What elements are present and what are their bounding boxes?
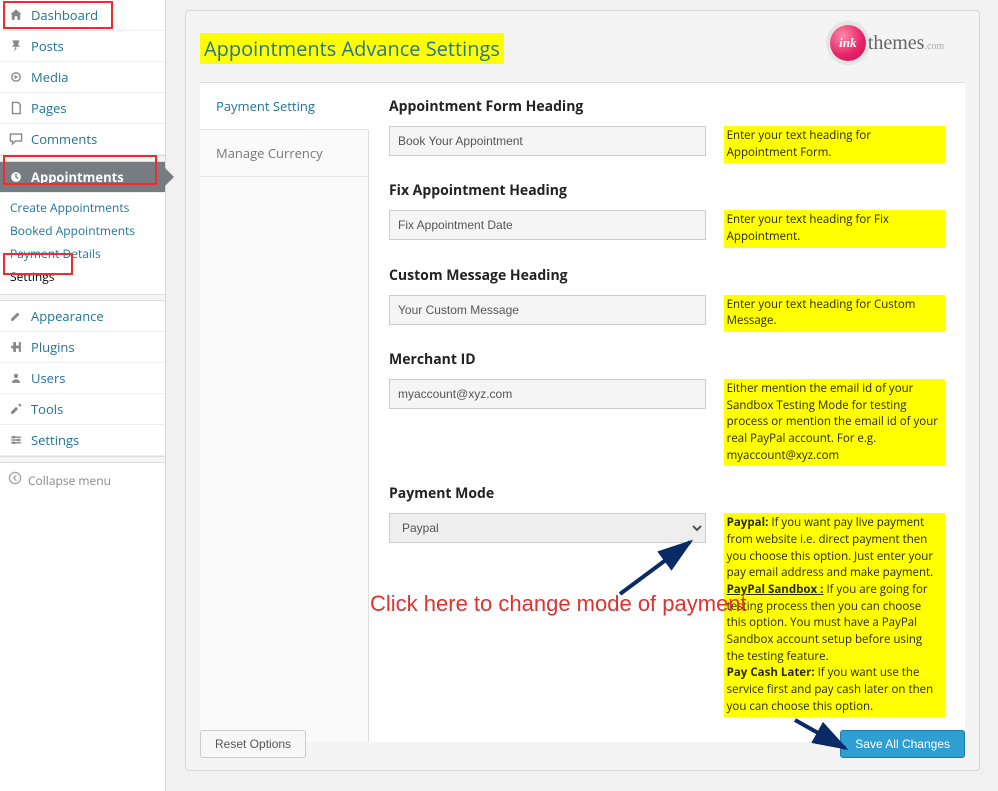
collapse-menu[interactable]: Collapse menu bbox=[0, 463, 165, 497]
submenu-settings[interactable]: Settings bbox=[0, 265, 165, 288]
page-icon bbox=[8, 100, 24, 116]
group-fix-appointment-heading: Fix Appointment Heading Enter your text … bbox=[389, 181, 945, 247]
menu-separator bbox=[0, 456, 165, 463]
menu-separator bbox=[0, 294, 165, 301]
submenu-create-appointments[interactable]: Create Appointments bbox=[0, 196, 165, 219]
save-all-changes-button[interactable]: Save All Changes bbox=[840, 730, 965, 758]
appointment-icon bbox=[8, 169, 24, 185]
appearance-icon bbox=[8, 308, 24, 324]
menu-tools[interactable]: Tools bbox=[0, 394, 165, 425]
group-heading: Fix Appointment Heading bbox=[389, 181, 945, 200]
settings-panel: Payment Setting Manage Currency Appointm… bbox=[200, 82, 965, 742]
menu-label: Media bbox=[31, 68, 68, 86]
tools-icon bbox=[8, 401, 24, 417]
pin-icon bbox=[8, 38, 24, 54]
menu-pointer-icon bbox=[165, 168, 174, 186]
menu-dashboard[interactable]: Dashboard bbox=[0, 0, 165, 31]
menu-label: Appointments bbox=[31, 168, 124, 186]
menu-posts[interactable]: Posts bbox=[0, 31, 165, 62]
appointment-form-heading-input[interactable] bbox=[389, 126, 706, 156]
menu-label: Appearance bbox=[31, 307, 104, 325]
menu-plugins[interactable]: Plugins bbox=[0, 332, 165, 363]
group-heading: Merchant ID bbox=[389, 350, 945, 369]
reset-options-button[interactable]: Reset Options bbox=[200, 730, 306, 758]
help-text: Either mention the email id of your Sand… bbox=[724, 379, 945, 466]
menu-appointments[interactable]: Appointments bbox=[0, 162, 165, 193]
menu-label: Pages bbox=[31, 99, 67, 117]
help-text: Paypal: If you want pay live payment fro… bbox=[724, 513, 945, 717]
submenu-payment-details[interactable]: Payment Details bbox=[0, 242, 165, 265]
content-wrap: ink themes.com Appointments Advance Sett… bbox=[185, 10, 980, 771]
menu-label: Posts bbox=[31, 37, 64, 55]
plugin-icon bbox=[8, 339, 24, 355]
menu-comments[interactable]: Comments bbox=[0, 124, 165, 155]
collapse-label: Collapse menu bbox=[28, 472, 111, 489]
menu-label: Plugins bbox=[31, 338, 75, 356]
settings-tabs: Payment Setting Manage Currency bbox=[200, 83, 369, 742]
help-text: Enter your text heading for Fix Appointm… bbox=[724, 210, 945, 247]
group-heading: Appointment Form Heading bbox=[389, 97, 945, 116]
menu-label: Settings bbox=[31, 431, 79, 449]
group-heading: Custom Message Heading bbox=[389, 266, 945, 285]
menu-label: Comments bbox=[31, 130, 97, 148]
help-text: Enter your text heading for Appointment … bbox=[724, 126, 945, 163]
admin-sidebar: Dashboard Posts Media Pages Comments App… bbox=[0, 0, 166, 791]
logo-word: themes.com bbox=[868, 32, 944, 55]
annotation-callout: Click here to change mode of payment bbox=[370, 590, 747, 618]
menu-media[interactable]: Media bbox=[0, 62, 165, 93]
menu-label: Tools bbox=[31, 400, 63, 418]
custom-message-heading-input[interactable] bbox=[389, 295, 706, 325]
submenu-booked-appointments[interactable]: Booked Appointments bbox=[0, 219, 165, 242]
settings-icon bbox=[8, 432, 24, 448]
users-icon bbox=[8, 370, 24, 386]
group-merchant-id: Merchant ID Either mention the email id … bbox=[389, 350, 945, 466]
media-icon bbox=[8, 69, 24, 85]
comment-icon bbox=[8, 131, 24, 147]
menu-label: Users bbox=[31, 369, 65, 387]
menu-label: Dashboard bbox=[31, 6, 98, 24]
group-heading: Payment Mode bbox=[389, 484, 945, 503]
help-text: Enter your text heading for Custom Messa… bbox=[724, 295, 945, 332]
menu-separator bbox=[0, 155, 165, 162]
inkthemes-logo: ink themes.com bbox=[817, 17, 957, 69]
logo-mark-icon: ink bbox=[830, 25, 866, 61]
group-appointment-form-heading: Appointment Form Heading Enter your text… bbox=[389, 97, 945, 163]
submenu-appointments: Create Appointments Booked Appointments … bbox=[0, 193, 165, 294]
settings-form: Appointment Form Heading Enter your text… bbox=[369, 83, 965, 742]
menu-users[interactable]: Users bbox=[0, 363, 165, 394]
tab-payment-setting[interactable]: Payment Setting bbox=[200, 83, 369, 130]
tab-manage-currency[interactable]: Manage Currency bbox=[200, 130, 368, 177]
menu-pages[interactable]: Pages bbox=[0, 93, 165, 124]
menu-appearance[interactable]: Appearance bbox=[0, 301, 165, 332]
form-footer: Reset Options Save All Changes bbox=[200, 730, 965, 758]
group-custom-message-heading: Custom Message Heading Enter your text h… bbox=[389, 266, 945, 332]
home-icon bbox=[8, 7, 24, 23]
page-title: Appointments Advance Settings bbox=[200, 33, 504, 64]
merchant-id-input[interactable] bbox=[389, 379, 706, 409]
payment-mode-select[interactable]: Paypal bbox=[389, 513, 706, 543]
fix-appointment-heading-input[interactable] bbox=[389, 210, 706, 240]
menu-settings[interactable]: Settings bbox=[0, 425, 165, 456]
collapse-icon bbox=[8, 471, 22, 489]
